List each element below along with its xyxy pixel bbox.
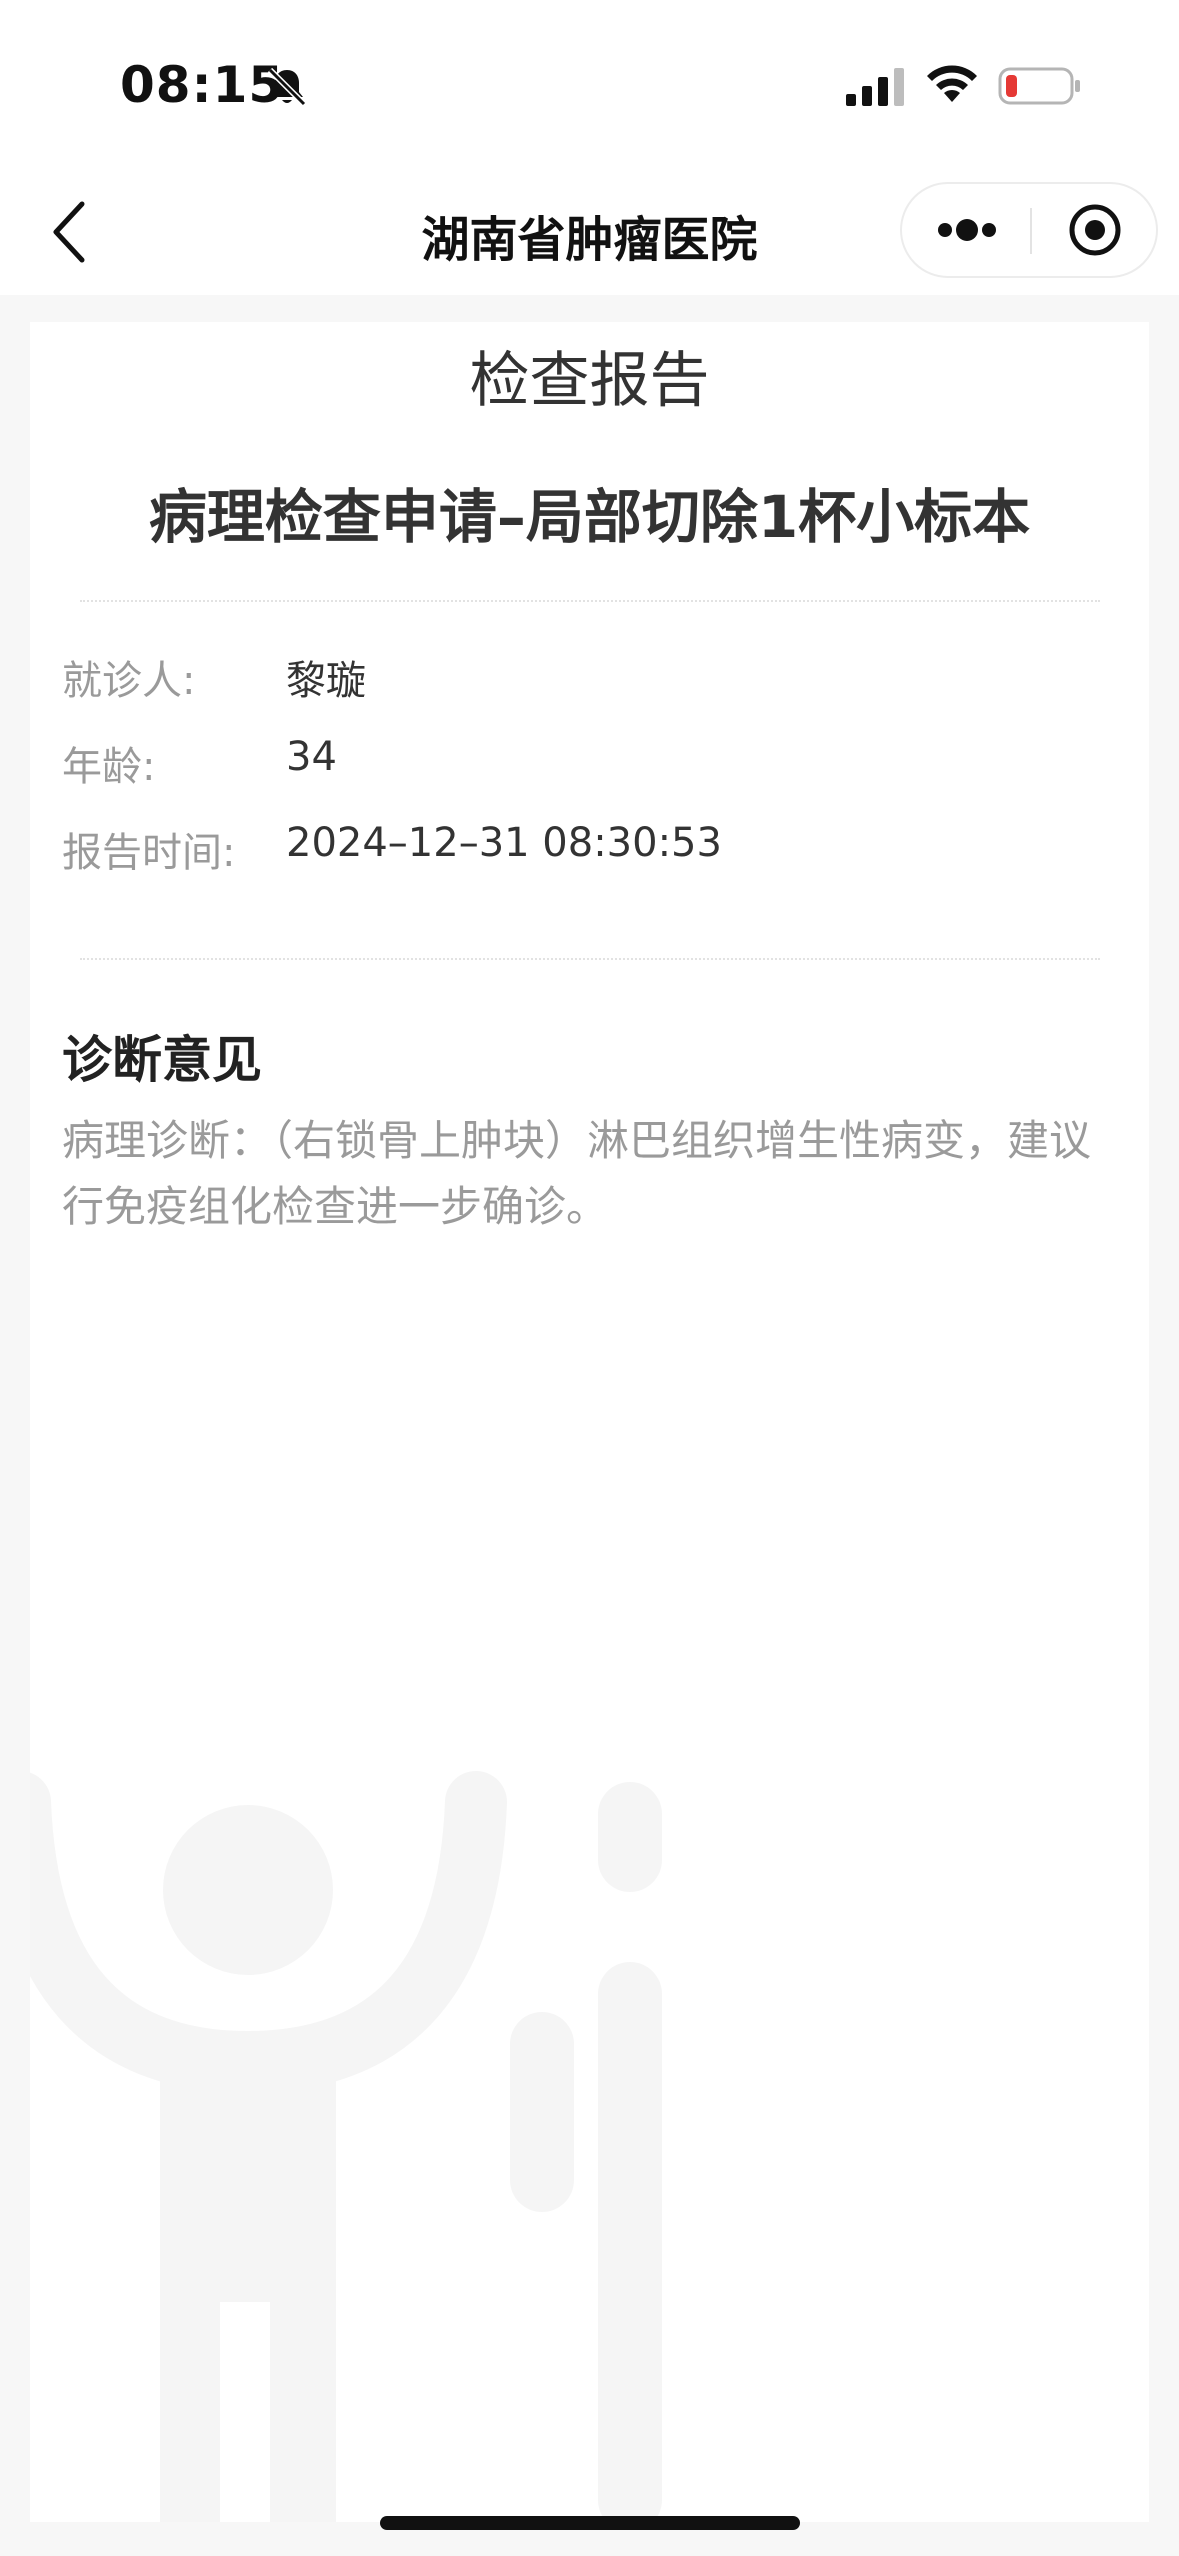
watermark-figure-icon: [30, 1771, 662, 2522]
report-card: 检查报告 病理检查申请–局部切除1杯小标本 就诊人: 黎璇 年龄: 34 报告时…: [30, 322, 1149, 2522]
battery-low-icon: [998, 67, 1080, 105]
diagnosis-heading: 诊断意见: [62, 1031, 262, 1089]
bell-off-icon: [267, 67, 307, 107]
status-bar: 08:15: [0, 0, 1179, 170]
age-value: 34: [286, 734, 337, 780]
patient-label: 就诊人:: [62, 658, 196, 704]
age-label: 年龄:: [62, 744, 156, 790]
report-header: 检查报告: [469, 346, 710, 416]
cellular-signal-icon: [846, 68, 904, 106]
report-time-label: 报告时间:: [62, 830, 236, 876]
divider-top: [80, 600, 1100, 602]
report-time-value: 2024–12–31 08:30:53: [286, 820, 722, 866]
target-close-icon[interactable]: [1040, 198, 1150, 262]
home-indicator[interactable]: [380, 2516, 800, 2530]
status-time: 08:15: [120, 56, 285, 114]
report-title: 病理检查申请–局部切除1杯小标本: [148, 483, 1031, 551]
divider-middle: [80, 958, 1100, 960]
more-dots-icon[interactable]: [912, 198, 1022, 262]
wifi-icon: [927, 65, 977, 102]
diagnosis-text: 病理诊断：（右锁骨上肿块）淋巴组织增生性病变，建议行免疫组化检查进一步确诊。: [62, 1116, 1092, 1231]
mini-program-capsule: [900, 182, 1158, 278]
nav-bar: 湖南省肿瘤医院: [0, 170, 1179, 295]
capsule-divider: [1030, 208, 1032, 254]
patient-value: 黎璇: [286, 658, 366, 704]
